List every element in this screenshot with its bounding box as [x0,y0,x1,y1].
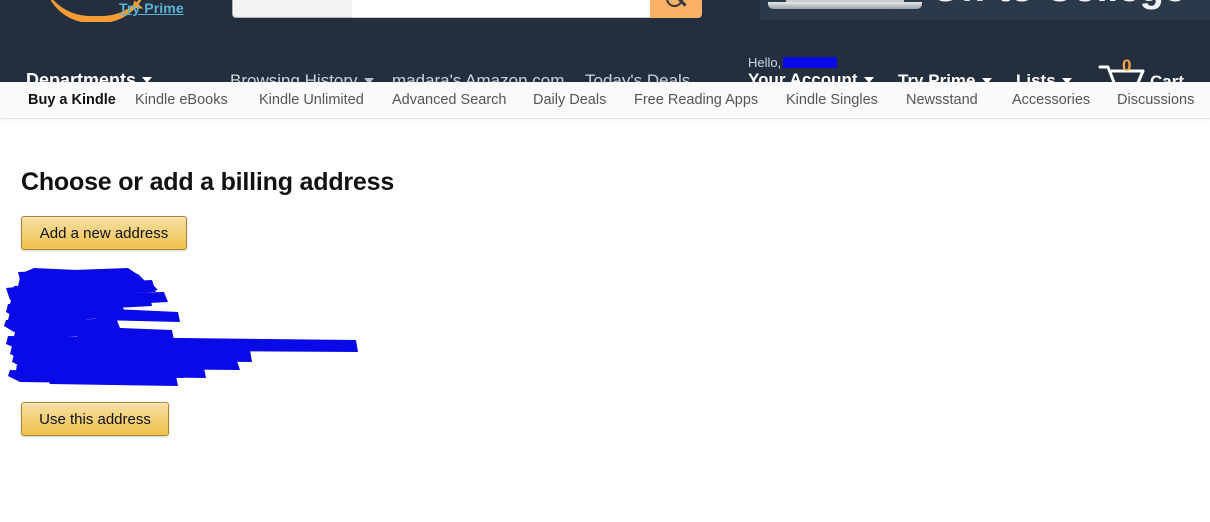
billing-address-entry[interactable]: n 66401 , PH [21,270,541,390]
cart-item-count: 0 [1122,56,1132,75]
sub-nav-item-advanced-search[interactable]: Advanced Search [392,92,506,108]
sub-nav-item-free-reading-apps[interactable]: Free Reading Apps [634,92,758,108]
search-submit-button[interactable] [650,0,702,18]
add-new-address-button[interactable]: Add a new address [21,216,187,250]
page-title: Choose or add a billing address [21,168,395,196]
redacted-user-name [783,57,838,68]
account-greeting-text: Hello, [748,55,782,70]
main-navigation-bar: Departments Browsing History madara's Am… [0,22,1210,95]
sub-nav-item-kindle-ebooks[interactable]: Kindle eBooks [135,92,228,108]
search-category-dropdown[interactable] [232,0,352,18]
sub-nav-item-kindle-singles[interactable]: Kindle Singles [786,92,878,108]
sub-nav-item-kindle-unlimited[interactable]: Kindle Unlimited [259,92,364,108]
use-this-address-button[interactable]: Use this address [21,402,169,436]
promo-banner-title: Off to College [930,0,1186,11]
promo-banner[interactable]: Off to College BLACK+DECKER [760,0,1210,20]
sub-nav-item-buy-a-kindle[interactable]: Buy a Kindle [28,92,116,108]
sub-nav-item-discussions[interactable]: Discussions [1117,92,1194,108]
try-prime-header-link[interactable]: Try Prime [119,0,184,16]
address-line-4: n 66401 , PH [21,272,100,287]
sub-nav-item-daily-deals[interactable]: Daily Deals [533,92,606,108]
laptop-base-image [768,2,922,9]
top-header-strip: Try Prime Off to College BLACK+DECKER [0,0,1210,22]
sub-navigation-bar: Buy a Kindle Kindle eBooks Kindle Unlimi… [0,82,1210,119]
search-bar[interactable] [232,0,702,18]
sub-nav-item-newsstand[interactable]: Newsstand [906,92,978,108]
sub-nav-item-accessories[interactable]: Accessories [1012,92,1090,108]
account-greeting: Hello, [748,55,874,70]
search-input[interactable] [352,0,650,18]
